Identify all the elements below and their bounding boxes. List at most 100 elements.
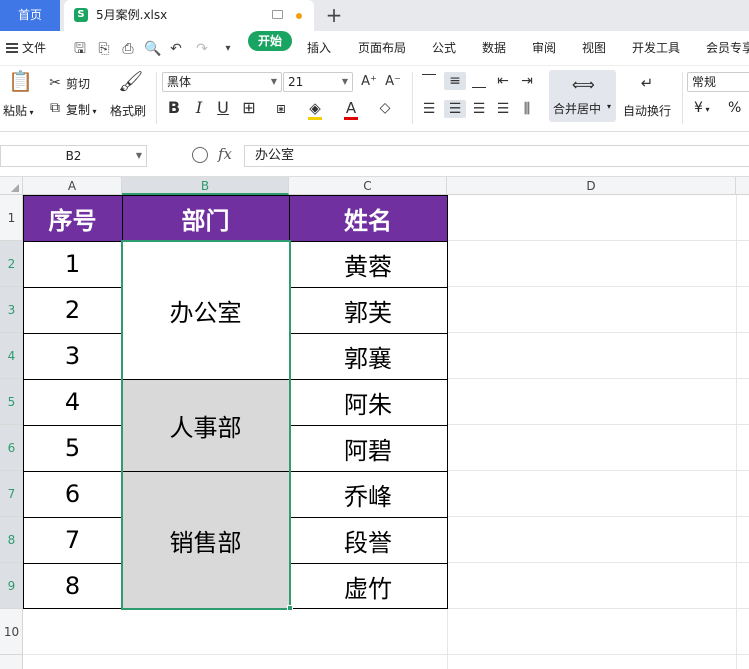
add-tab-button[interactable]: +	[324, 3, 344, 27]
font-name-select[interactable]: 黑体 ▼	[162, 72, 282, 92]
row-header-7[interactable]: 7	[0, 471, 23, 517]
font-color-icon[interactable]: A	[342, 99, 360, 117]
print-preview-icon[interactable]: 🔍	[144, 41, 161, 57]
menu-formula[interactable]: 公式	[432, 31, 456, 66]
align-bottom-icon[interactable]: ⎽	[470, 72, 488, 90]
row-header-2[interactable]: 2	[0, 241, 23, 287]
decrease-font-icon[interactable]: A⁻	[384, 73, 402, 91]
header-cell-name[interactable]: 姓名	[289, 195, 447, 241]
name-box[interactable]: B2 ▼	[0, 145, 147, 167]
align-left-icon[interactable]: ☰	[420, 100, 438, 118]
fill-color-icon[interactable]: ◈	[306, 99, 324, 117]
menu-view[interactable]: 视图	[582, 31, 606, 66]
bold-button[interactable]: B	[165, 99, 183, 117]
number-cell[interactable]: 4	[23, 379, 122, 425]
row-header-9[interactable]: 9	[0, 563, 23, 609]
number-cell[interactable]: 7	[23, 517, 122, 563]
row-header-5[interactable]: 5	[0, 379, 23, 425]
row-header-3[interactable]: 3	[0, 287, 23, 333]
monitor-icon[interactable]	[272, 10, 283, 19]
indent-decrease-icon[interactable]: ⇤	[494, 72, 512, 90]
row-header-1[interactable]: 1	[0, 195, 23, 241]
number-cell[interactable]: 5	[23, 425, 122, 471]
name-cell[interactable]: 阿朱	[289, 379, 447, 425]
export-icon[interactable]: ⎘	[96, 41, 112, 57]
merge-center-button[interactable]: ⟺ 合并居中 ▾	[549, 70, 616, 122]
tab-home[interactable]: 首页	[0, 0, 60, 31]
row-header-4[interactable]: 4	[0, 333, 23, 379]
number-cell[interactable]: 2	[23, 287, 122, 333]
name-cell[interactable]: 乔峰	[289, 471, 447, 517]
menu-data[interactable]: 数据	[482, 31, 506, 66]
column-header-c[interactable]: C	[289, 177, 447, 195]
menu-insert[interactable]: 插入	[307, 31, 331, 66]
column-header-b[interactable]: B	[122, 177, 289, 195]
row-header-6[interactable]: 6	[0, 425, 23, 471]
quick-access-dropdown-icon[interactable]: ▾	[220, 41, 236, 57]
header-cell-dept[interactable]: 部门	[122, 195, 289, 241]
table-border	[23, 517, 123, 518]
gridline	[447, 424, 749, 425]
paste-icon[interactable]: 📋	[8, 71, 33, 96]
name-cell[interactable]: 郭芙	[289, 287, 447, 333]
table-border	[289, 287, 448, 288]
menu-page-layout[interactable]: 页面布局	[358, 31, 406, 66]
distribute-icon[interactable]: ⫼	[518, 100, 536, 118]
column-header-a[interactable]: A	[23, 177, 122, 195]
number-cell[interactable]: 6	[23, 471, 122, 517]
align-center-icon[interactable]: ☰	[444, 100, 466, 118]
fill-handle[interactable]	[287, 605, 293, 611]
increase-font-icon[interactable]: A⁺	[360, 73, 378, 91]
formula-input[interactable]: 办公室	[244, 145, 749, 167]
format-painter-button[interactable]: 格式刷	[110, 102, 146, 119]
name-cell[interactable]: 虚竹	[289, 563, 447, 609]
menu-start[interactable]: 开始	[248, 31, 293, 51]
number-format-select[interactable]: 常规	[687, 72, 749, 92]
strikethrough-icon[interactable]: ⧆	[272, 99, 290, 117]
name-cell[interactable]: 郭襄	[289, 333, 447, 379]
name-cell[interactable]: 黄蓉	[289, 241, 447, 287]
row-header-8[interactable]: 8	[0, 517, 23, 563]
menu-developer[interactable]: 开发工具	[632, 31, 680, 66]
eraser-icon[interactable]: ◇	[376, 99, 394, 117]
print-icon[interactable]: ⎙	[120, 41, 136, 57]
number-cell[interactable]: 8	[23, 563, 122, 609]
cut-button[interactable]: 剪切	[66, 75, 90, 92]
percent-button[interactable]: %	[728, 100, 741, 116]
borders-icon[interactable]: ⊞	[240, 99, 258, 117]
align-middle-icon[interactable]: ≡	[444, 72, 466, 90]
copy-button[interactable]: 复制 ▾	[66, 101, 97, 118]
number-cell[interactable]: 1	[23, 241, 122, 287]
name-cell[interactable]: 阿碧	[289, 425, 447, 471]
paste-button[interactable]: 粘贴 ▾	[3, 102, 34, 119]
name-cell[interactable]: 段誉	[289, 517, 447, 563]
zoom-icon[interactable]	[192, 147, 208, 163]
cell-grid[interactable]: 序号 部门 姓名 1 2 3 4 5 6 7 8 办公室 人事部 销售部 黄蓉 …	[23, 195, 749, 669]
underline-button[interactable]: U	[214, 99, 232, 117]
number-cell[interactable]: 3	[23, 333, 122, 379]
menu-review[interactable]: 审阅	[532, 31, 556, 66]
align-right-icon[interactable]: ☰	[470, 100, 488, 118]
italic-button[interactable]: I	[190, 99, 208, 117]
tab-file[interactable]: S 5月案例.xlsx	[64, 0, 314, 31]
function-icon[interactable]: fx	[218, 145, 232, 163]
wrap-text-button[interactable]: 自动换行	[623, 102, 671, 119]
justify-icon[interactable]: ☰	[494, 100, 512, 118]
redo-icon[interactable]: ↷	[194, 41, 210, 57]
table-border	[289, 425, 448, 426]
header-cell-no[interactable]: 序号	[23, 195, 122, 241]
undo-icon[interactable]: ↶	[168, 41, 184, 57]
column-header-d[interactable]: D	[447, 177, 736, 195]
save-icon[interactable]: 🖫	[72, 41, 88, 57]
indent-increase-icon[interactable]: ⇥	[518, 72, 536, 90]
font-size-select[interactable]: 21 ▼	[283, 72, 353, 92]
wrap-text-icon: ↵	[640, 74, 654, 92]
align-top-icon[interactable]: ⎺	[420, 72, 438, 90]
menu-member[interactable]: 会员专享	[706, 31, 749, 66]
row-header-10[interactable]: 10	[0, 609, 23, 655]
currency-button[interactable]: ¥ ▾	[694, 100, 709, 116]
menu-file[interactable]: 文件	[6, 31, 46, 66]
gridline	[447, 286, 749, 287]
select-all-corner[interactable]	[0, 177, 23, 195]
chevron-down-icon: ▼	[270, 77, 277, 86]
